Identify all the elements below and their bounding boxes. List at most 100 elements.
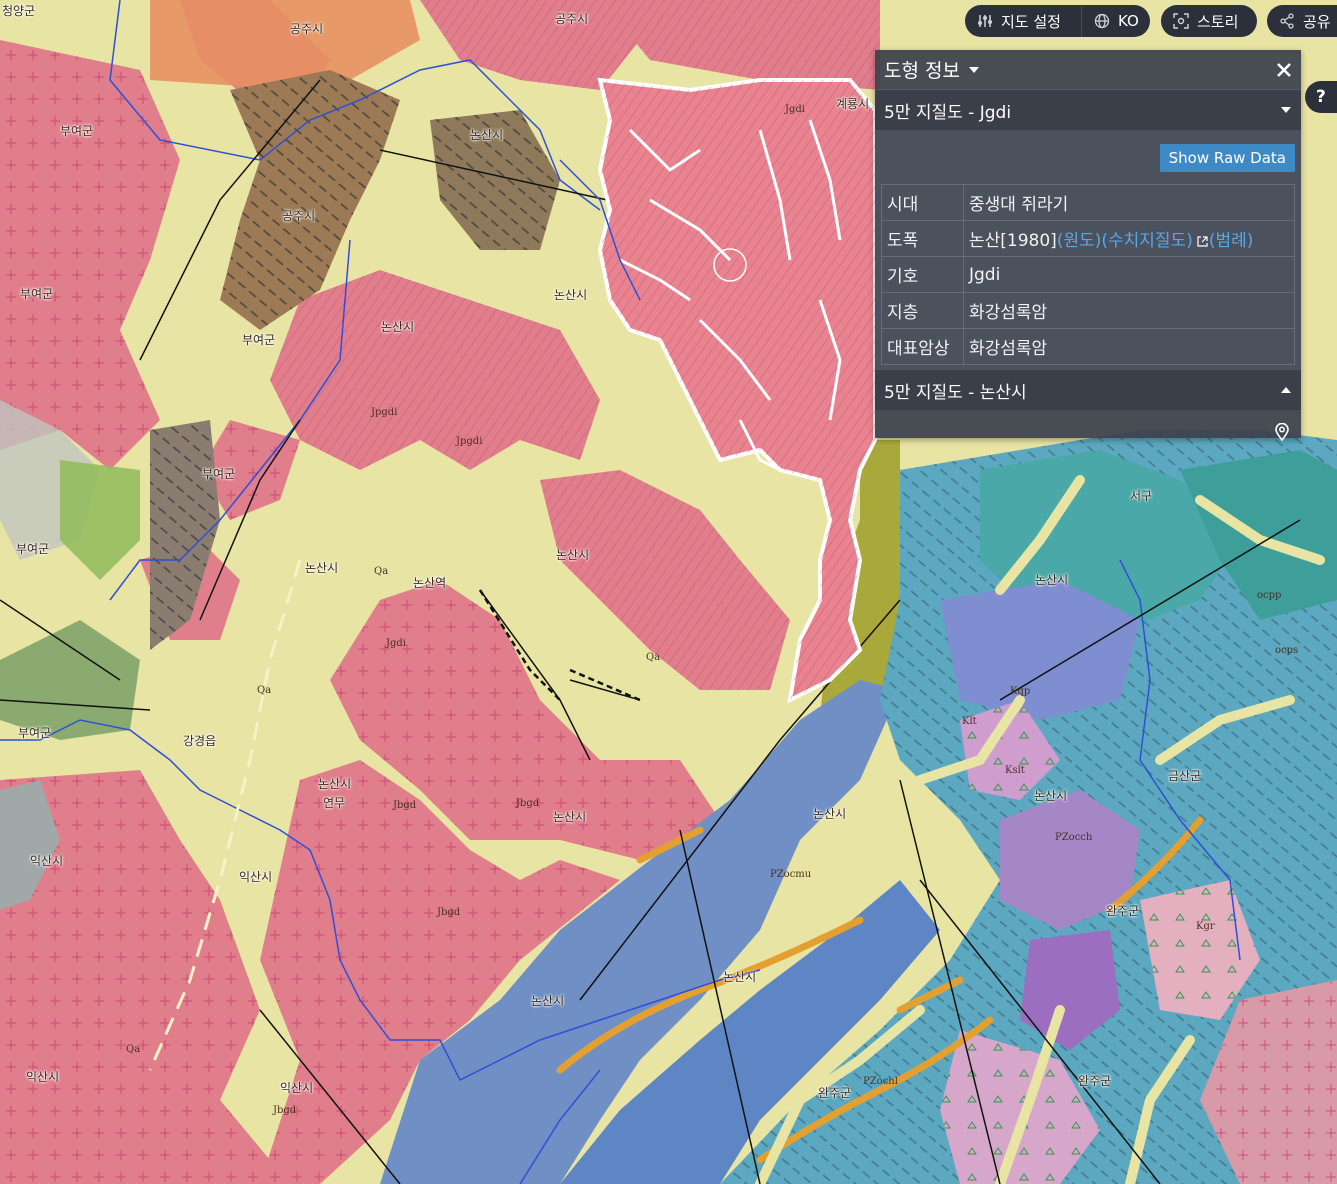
table-row: 도폭 논산[1980](원도)(수치지질도) (범례) [881,220,1295,257]
language-button[interactable]: KO [1081,5,1150,37]
place-label: 완주군 [1078,1074,1112,1088]
unit-label: Jgdi [785,104,806,115]
place-label: 논산시 [554,288,588,302]
place-label: 논산역 [413,576,447,590]
sliders-icon [978,15,992,27]
place-label: 서구 [1130,489,1153,503]
panel-title: 도형 정보 [884,60,960,82]
place-label: 논산시 [723,970,757,984]
unit-label: Kslt [1005,765,1025,776]
language-label: KO [1118,12,1139,30]
unit-label: Qa [257,685,272,696]
table-row: 지층 화강섬록암 [881,292,1295,329]
close-icon[interactable] [1276,62,1292,78]
place-label: 부여군 [20,287,54,301]
panel-title-dropdown[interactable]: 도형 정보 [884,56,979,83]
unit-label: Kgr [1196,921,1215,932]
attr-key: 지층 [881,292,964,329]
original-map-link[interactable]: (원도) [1057,231,1102,251]
place-label: 논산시 [381,320,415,334]
digital-map-link[interactable]: (수치지질도) [1101,231,1192,251]
place-label: 공주시 [282,209,316,223]
place-label: 부여군 [16,542,50,556]
place-label: 논산시 [305,561,339,575]
place-label: 논산시 [1034,789,1068,803]
place-label: 부여군 [202,467,236,481]
place-label: 논산시 [556,548,590,562]
show-raw-data-button[interactable]: Show Raw Data [1159,144,1295,172]
help-button[interactable]: ? [1305,81,1337,113]
chevron-down-icon [968,66,979,73]
layer-section-header[interactable]: 5만 지질도 - Jgdi [875,90,1301,130]
unit-label: Jbgd [273,1105,297,1116]
unit-label: Jgdi [386,638,407,649]
attr-key: 시대 [881,184,964,221]
chevron-down-icon [1281,107,1291,113]
place-label: 익산시 [280,1081,314,1095]
unit-label: Jbgd [516,798,540,809]
place-label: 연무 [323,796,346,810]
attr-value: Jgdi [963,256,1295,293]
attr-value: 화강섬록암 [963,292,1295,329]
table-row: 대표암상 화강섬록암 [881,328,1295,365]
second-layer-section-header[interactable]: 5만 지질도 - 논산시 [875,370,1301,410]
place-label: 청양군 [2,4,36,18]
legend-link[interactable]: (범례) [1209,231,1254,251]
place-label: 부여군 [242,333,276,347]
focus-frame-icon [1173,13,1189,29]
place-label: 부여군 [60,124,94,138]
attr-value: 화강섬록암 [963,328,1295,365]
layer-section-body: Show Raw Data 시대 중생대 쥐라기 도폭 논산[1980](원도)… [875,130,1301,370]
story-button[interactable]: 스토리 [1161,5,1257,37]
place-label: 논산시 [813,807,847,821]
unit-label: ocps [1275,645,1299,656]
attr-value: 중생대 쥐라기 [963,184,1295,221]
chevron-up-icon [1281,387,1291,393]
unit-label: Qa [374,566,389,577]
place-label: 논산시 [470,128,504,142]
globe-icon [1094,13,1110,29]
place-label: 공주시 [555,12,589,26]
unit-label: ocpp [1257,590,1282,601]
layer-title: 5만 지질도 - Jgdi [884,102,1012,123]
unit-label: Kqp [1010,686,1031,697]
place-label: 논산시 [318,777,352,791]
share-button[interactable]: 공유 [1267,5,1337,37]
place-label: 완주군 [1106,904,1140,918]
place-label: 논산시 [1035,573,1069,587]
attr-key: 대표암상 [881,328,964,365]
table-row: 기호 Jgdi [881,256,1295,293]
sheet-name: 논산[1980] [969,231,1057,251]
unit-label: Jpgdi [371,407,398,418]
attr-key: 도폭 [881,220,964,257]
map-settings-button[interactable]: 지도 설정 [965,5,1081,37]
table-row: 시대 중생대 쥐라기 [881,184,1295,221]
attr-key: 기호 [881,256,964,293]
place-label: 익산시 [26,1070,60,1084]
place-label: 완주군 [818,1086,852,1100]
attr-value-sheet: 논산[1980](원도)(수치지질도) (범례) [963,220,1295,257]
place-label: 계룡시 [836,97,870,111]
unit-label: Qa [646,652,661,663]
place-label: 익산시 [239,870,273,884]
place-label: 익산시 [30,854,64,868]
unit-label: Jbgd [437,907,461,918]
story-label: 스토리 [1197,12,1239,31]
unit-label: Jpgdi [456,436,483,447]
place-label: 공주시 [290,22,324,36]
share-label: 공유 [1303,12,1331,31]
place-label: 논산시 [531,994,565,1008]
unit-label: PZochl [863,1076,898,1087]
toolbar-settings-group: 지도 설정 KO [965,5,1150,37]
unit-label: PZocch [1055,832,1093,843]
place-label: 금산군 [1168,769,1202,783]
place-label: 부여군 [18,726,52,740]
unit-label: Jbgd [393,800,417,811]
location-row [875,410,1301,453]
second-layer-title: 5만 지질도 - 논산시 [884,382,1027,403]
panel-header: 도형 정보 [875,50,1301,90]
attribute-table: 시대 중생대 쥐라기 도폭 논산[1980](원도)(수치지질도) (범례) 기호… [881,184,1295,365]
map-settings-label: 지도 설정 [1001,12,1061,31]
unit-label: Qa [126,1044,141,1055]
map-pin-icon[interactable] [1275,422,1289,441]
